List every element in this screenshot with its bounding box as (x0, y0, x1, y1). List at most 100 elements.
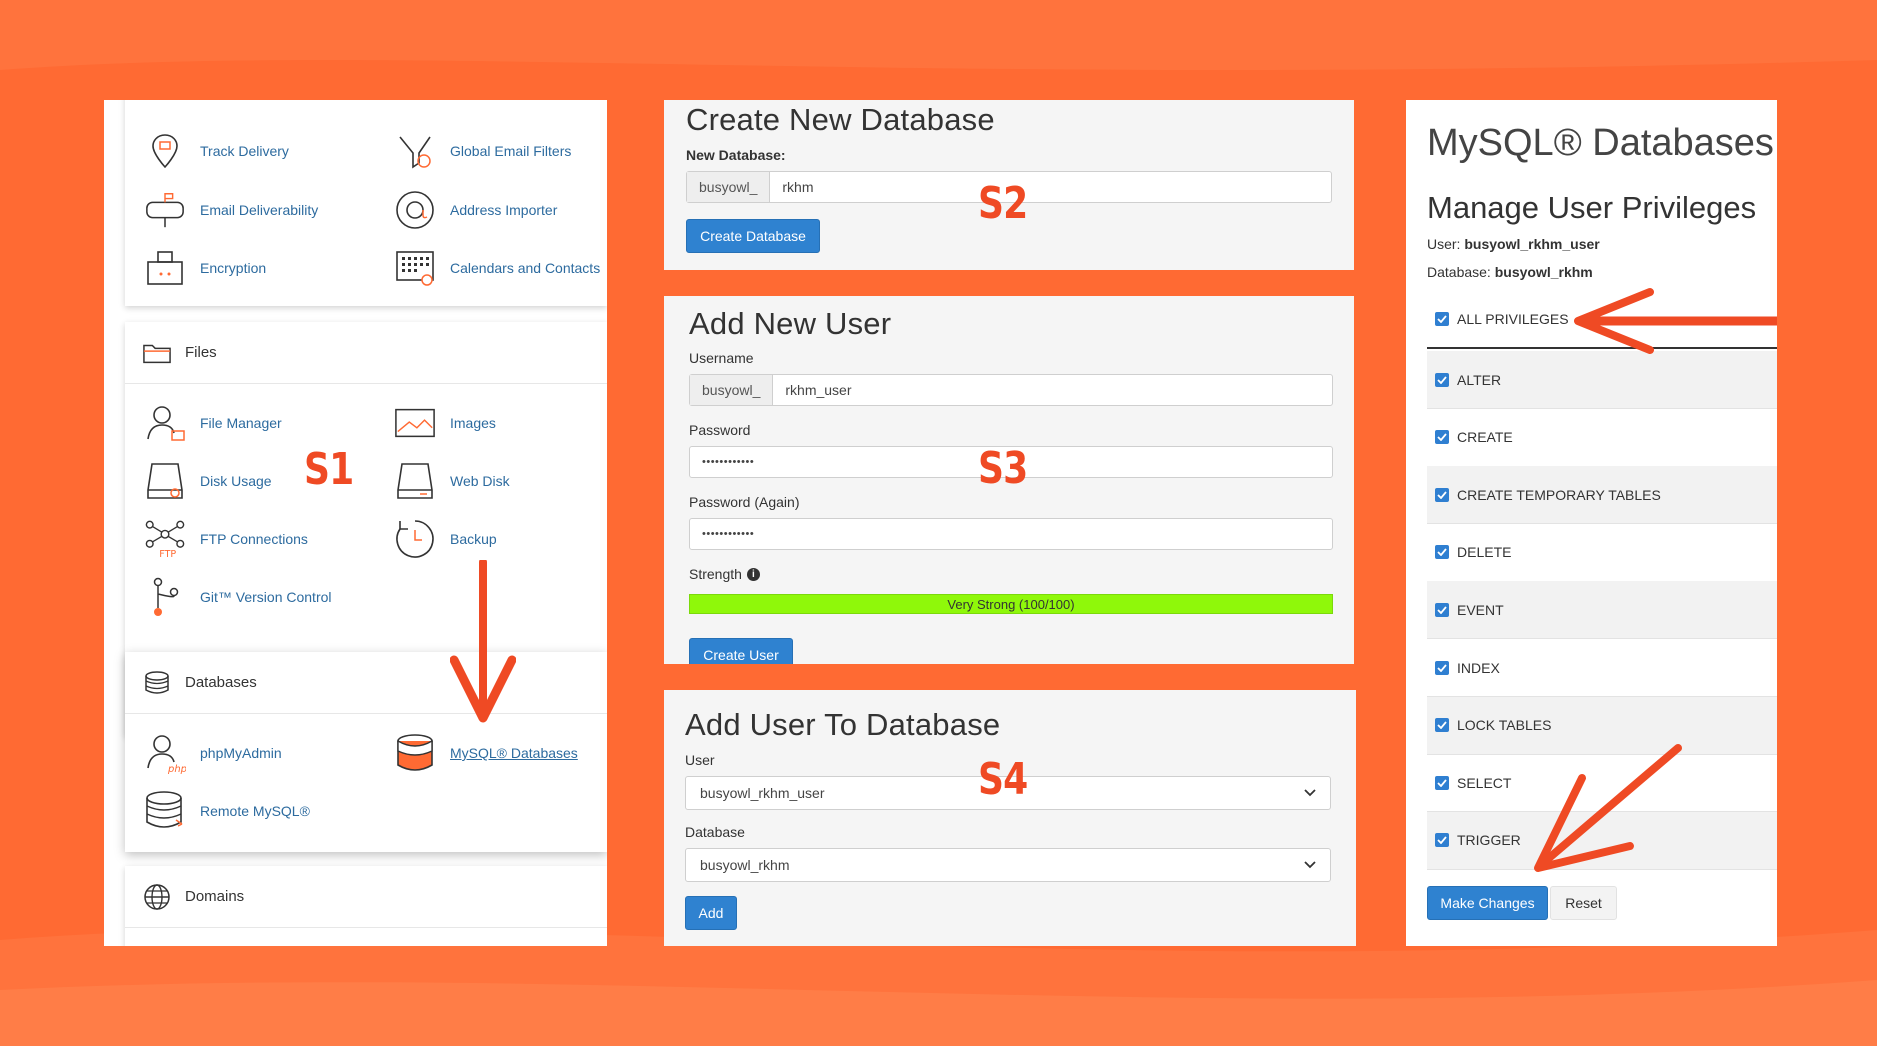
tool-label: Backup (450, 531, 497, 547)
add-button[interactable]: Add (685, 896, 737, 930)
create-user-button[interactable]: Create User (689, 638, 793, 664)
username-value: rkhm_user (785, 382, 852, 398)
mailbox-icon (144, 189, 186, 231)
tool-label: Address Importer (450, 202, 558, 218)
mysql-database-icon (394, 732, 436, 774)
git-icon (144, 576, 186, 618)
tool-backup[interactable]: Backup (394, 518, 497, 560)
database-meta-value: busyowl_rkhm (1494, 264, 1593, 280)
diagonal-arrow-icon (1534, 744, 1682, 872)
user-meta: User: busyowl_rkhm_user (1427, 236, 1600, 252)
checkbox-checked-icon[interactable] (1435, 312, 1449, 326)
add-user-title: Add New User (689, 306, 892, 341)
password-again-value: •••••••••••• (702, 528, 755, 540)
tool-file-manager[interactable]: File Manager (144, 402, 282, 444)
left-arrow-icon (1574, 288, 1777, 354)
backup-icon (394, 518, 436, 560)
new-database-label: New Database: (686, 147, 786, 163)
database-icon (143, 670, 171, 695)
make-changes-button[interactable]: Make Changes (1427, 886, 1548, 920)
tool-mysql-databases[interactable]: MySQL® Databases (394, 732, 578, 774)
databases-section-header[interactable]: Databases (125, 652, 607, 714)
privilege-row[interactable]: DELETE (1427, 524, 1777, 582)
tool-label: Global Email Filters (450, 143, 572, 159)
password-label: Password (689, 422, 751, 438)
privilege-row[interactable]: EVENT (1427, 581, 1777, 640)
info-icon[interactable]: i (746, 567, 760, 581)
tool-label: Web Disk (450, 473, 510, 489)
tool-ftp-connections[interactable]: FTP FTP Connections (144, 518, 308, 560)
username-input[interactable]: busyowl_ rkhm_user (689, 374, 1333, 406)
files-section-title: Files (185, 344, 217, 361)
checkbox-checked-icon[interactable] (1435, 602, 1449, 617)
cpanel-home-panel: Track Delivery Global Email Filters Emai… (104, 100, 607, 946)
privilege-row[interactable]: ALTER (1427, 351, 1777, 409)
database-select[interactable]: busyowl_rkhm (685, 848, 1331, 882)
tool-label: Track Delivery (200, 143, 289, 159)
tool-remote-mysql[interactable]: Remote MySQL® (144, 790, 310, 832)
create-database-button[interactable]: Create Database (686, 219, 820, 253)
tool-calendars-contacts[interactable]: Calendars and Contacts (394, 247, 600, 289)
tool-encryption[interactable]: Encryption (144, 247, 266, 289)
tool-label: phpMyAdmin (200, 745, 282, 761)
manage-privileges-panel: MySQL® Databases Manage User Privileges … (1406, 100, 1777, 946)
database-select-value: busyowl_rkhm (700, 857, 790, 873)
privilege-label: CREATE (1457, 429, 1513, 446)
privilege-row[interactable]: CREATE (1427, 409, 1777, 467)
tool-git-version-control[interactable]: Git™ Version Control (144, 576, 332, 618)
track-delivery-icon (144, 130, 186, 172)
tool-label: Images (450, 415, 496, 431)
checkbox-checked-icon[interactable] (1435, 660, 1449, 675)
checkbox-checked-icon[interactable] (1435, 718, 1449, 733)
tool-images[interactable]: Images (394, 402, 496, 444)
create-database-title: Create New Database (686, 102, 995, 137)
checkbox-checked-icon[interactable] (1435, 833, 1449, 848)
tool-disk-usage[interactable]: Disk Usage (144, 460, 272, 502)
tool-address-importer[interactable]: Address Importer (394, 189, 557, 231)
tool-global-email-filters[interactable]: Global Email Filters (394, 130, 571, 172)
password-again-label: Password (Again) (689, 494, 800, 510)
database-name-value: rkhm (782, 179, 814, 195)
tool-label: Encryption (200, 260, 267, 276)
privilege-label: LOCK TABLES (1457, 717, 1552, 734)
folder-icon (143, 341, 171, 365)
globe-icon (143, 883, 171, 910)
domains-section-header[interactable]: Domains (125, 866, 607, 928)
tool-label: File Manager (200, 415, 282, 431)
step-label-s2: S2 (978, 178, 1028, 229)
checkbox-checked-icon[interactable] (1435, 430, 1449, 445)
user-select-value: busyowl_rkhm_user (700, 785, 825, 801)
username-prefix: busyowl_ (690, 375, 774, 405)
checkbox-checked-icon[interactable] (1435, 487, 1449, 502)
checkbox-checked-icon[interactable] (1435, 372, 1449, 387)
tool-label: Disk Usage (200, 473, 272, 489)
tool-phpmyadmin[interactable]: php phpMyAdmin (144, 732, 282, 774)
tool-label: FTP Connections (200, 531, 308, 547)
checkbox-checked-icon[interactable] (1435, 775, 1449, 790)
down-arrow-icon (450, 560, 516, 723)
checkbox-checked-icon[interactable] (1435, 545, 1449, 560)
web-disk-icon (394, 460, 436, 502)
databases-section-title: Databases (185, 674, 257, 691)
phpmyadmin-icon: php (144, 732, 186, 774)
database-meta-label: Database: (1427, 264, 1491, 280)
reset-button[interactable]: Reset (1550, 886, 1617, 920)
privilege-row[interactable]: INDEX (1427, 639, 1777, 697)
tool-label: Git™ Version Control (200, 589, 332, 605)
add-user-panel: Add New User Username busyowl_ rkhm_user… (664, 296, 1354, 664)
svg-text:FTP: FTP (159, 549, 176, 560)
domains-section-title: Domains (185, 888, 245, 905)
password-again-input[interactable]: •••••••••••• (689, 518, 1333, 550)
tool-track-delivery[interactable]: Track Delivery (144, 130, 289, 172)
username-label: Username (689, 350, 754, 366)
privilege-row[interactable]: CREATE TEMPORARY TABLES (1427, 466, 1777, 525)
tool-email-deliverability[interactable]: Email Deliverability (144, 189, 318, 231)
tool-label: Calendars and Contacts (450, 260, 601, 276)
address-importer-icon (394, 189, 436, 231)
ftp-icon: FTP (144, 518, 186, 560)
files-section-header[interactable]: Files (125, 322, 607, 384)
step-label-s4: S4 (978, 754, 1028, 805)
database-select-label: Database (685, 824, 745, 840)
tool-web-disk[interactable]: Web Disk (394, 460, 510, 502)
privilege-label: TRIGGER (1457, 832, 1521, 849)
